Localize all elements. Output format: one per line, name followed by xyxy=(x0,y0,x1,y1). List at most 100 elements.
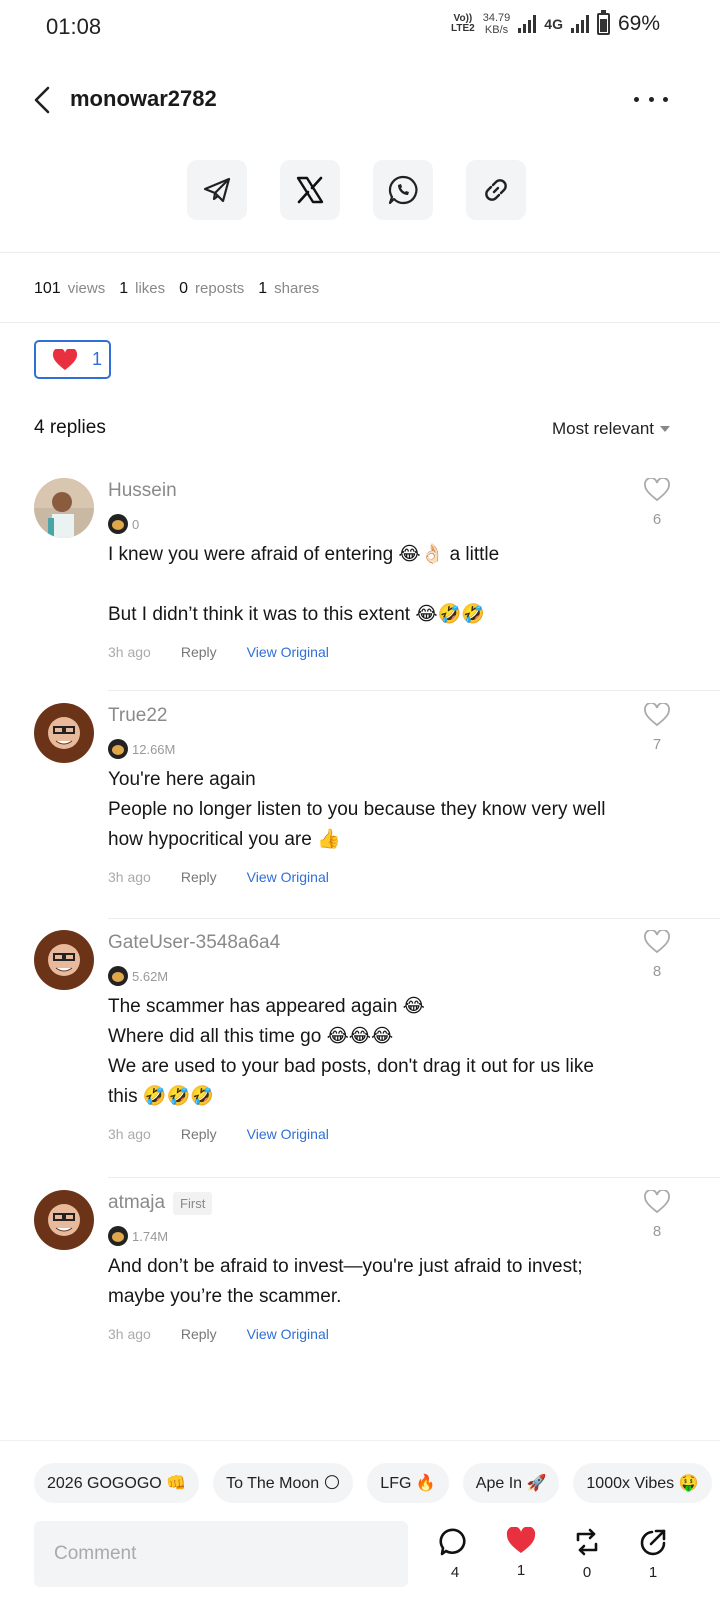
comment-input[interactable] xyxy=(34,1521,408,1587)
comment-like-button[interactable]: 8 xyxy=(642,929,672,980)
comment-divider xyxy=(108,1177,720,1178)
avatar[interactable] xyxy=(34,1190,94,1250)
comment-text: And don’t be afraid to invest—you're jus… xyxy=(108,1256,583,1307)
reaction-count: 1 xyxy=(92,349,103,369)
heart-outline-icon xyxy=(644,702,670,727)
share-x-button[interactable] xyxy=(280,160,340,220)
follower-avatar-icon xyxy=(108,514,128,534)
signal-icon xyxy=(518,15,537,33)
comment-like-button[interactable]: 8 xyxy=(642,1189,672,1240)
comment-body: atmaja First 1.74M And don’t be afraid t… xyxy=(108,1190,648,1342)
divider xyxy=(0,252,720,253)
heart-outline-icon xyxy=(644,477,670,502)
comments-button[interactable]: 4 xyxy=(438,1527,472,1581)
signal-icon-2 xyxy=(570,15,589,33)
reply-button[interactable]: Reply xyxy=(181,869,217,885)
view-original-link[interactable]: View Original xyxy=(247,1126,329,1142)
shares-count: 1 xyxy=(648,1564,658,1581)
header: monowar2782 xyxy=(0,70,720,130)
comment-body: True22 12.66M You're here again People n… xyxy=(108,703,648,885)
comment-like-count: 8 xyxy=(652,963,662,980)
first-badge: First xyxy=(173,1191,213,1215)
comment-body: Hussein 0 I knew you were afraid of ente… xyxy=(108,478,648,660)
quick-reply-row: 2026 GOGOGO 👊 To The Moon 🌕 LFG 🔥 Ape In… xyxy=(34,1463,712,1503)
reply-button[interactable]: Reply xyxy=(181,1326,217,1342)
comment-timestamp: 3h ago xyxy=(108,869,151,885)
comment-bubble-icon xyxy=(439,1528,466,1556)
likes-count: 1 xyxy=(119,280,129,297)
avatar[interactable] xyxy=(34,930,94,990)
post-stats: 101 views 1 likes 0 reposts 1 shares xyxy=(34,280,333,298)
avatar[interactable] xyxy=(34,478,94,538)
sort-label: Most relevant xyxy=(551,419,654,438)
follower-avatar-icon xyxy=(108,1226,128,1246)
heart-outline-icon xyxy=(644,929,670,954)
battery-icon xyxy=(596,10,610,35)
heart-reaction-button[interactable]: 1 xyxy=(34,340,111,379)
comment-username[interactable]: atmaja xyxy=(108,1192,165,1214)
share-telegram-button[interactable] xyxy=(187,160,247,220)
view-original-link[interactable]: View Original xyxy=(247,1326,329,1342)
more-options-button[interactable] xyxy=(634,86,668,112)
bottom-actions: 4 1 0 1 xyxy=(438,1526,670,1581)
share-icon xyxy=(640,1529,666,1556)
reposts-label: reposts xyxy=(195,280,245,297)
quick-reply-chip[interactable]: 2026 GOGOGO 👊 xyxy=(34,1463,200,1503)
sort-dropdown[interactable]: Most relevant xyxy=(552,419,670,439)
reposts-count: 0 xyxy=(179,280,189,297)
comment-divider xyxy=(108,690,720,691)
telegram-icon xyxy=(203,177,231,203)
share-whatsapp-button[interactable] xyxy=(373,160,433,220)
avatar[interactable] xyxy=(34,703,94,763)
view-original-link[interactable]: View Original xyxy=(247,644,329,660)
comment-like-button[interactable]: 6 xyxy=(642,477,672,528)
like-button[interactable]: 1 xyxy=(504,1526,538,1581)
quick-reply-chip[interactable]: LFG 🔥 xyxy=(367,1463,449,1503)
share-button[interactable]: 1 xyxy=(636,1527,670,1581)
follower-avatar-icon xyxy=(108,966,128,986)
back-button[interactable] xyxy=(30,84,60,116)
comment-username[interactable]: Hussein xyxy=(108,480,177,502)
comment-timestamp: 3h ago xyxy=(108,644,151,660)
x-icon xyxy=(296,176,324,204)
divider xyxy=(0,322,720,323)
shares-count: 1 xyxy=(258,280,268,297)
comment-username[interactable]: GateUser-3548a6a4 xyxy=(108,932,280,954)
quick-reply-chip[interactable]: To The Moon 🌕 xyxy=(213,1463,354,1503)
chevron-left-icon xyxy=(34,86,50,114)
quick-reply-chip[interactable]: Ape In 🚀 xyxy=(462,1463,560,1503)
volte-indicator: Vo)) LTE2 xyxy=(451,13,475,34)
comment-username[interactable]: True22 xyxy=(108,705,168,727)
repost-icon xyxy=(576,1528,598,1556)
likes-label: likes xyxy=(135,280,166,297)
reply-button[interactable]: Reply xyxy=(181,644,217,660)
follower-avatar-icon xyxy=(108,739,128,759)
comment-like-count: 8 xyxy=(652,1223,662,1240)
comment-timestamp: 3h ago xyxy=(108,1326,151,1342)
views-count: 101 xyxy=(34,280,61,297)
copy-link-button[interactable] xyxy=(466,160,526,220)
reply-button[interactable]: Reply xyxy=(181,1126,217,1142)
follower-count: 5.62M xyxy=(132,968,169,984)
repost-button[interactable]: 0 xyxy=(570,1527,604,1581)
comment-like-count: 6 xyxy=(652,511,662,528)
view-original-link[interactable]: View Original xyxy=(247,869,329,885)
page-title: monowar2782 xyxy=(70,86,217,111)
more-horizontal-icon xyxy=(634,96,639,102)
quick-reply-chip[interactable]: 1000x Vibes 🤑 xyxy=(573,1463,712,1503)
link-icon xyxy=(485,179,507,201)
network-type: 4G xyxy=(544,16,563,32)
share-row xyxy=(187,160,526,220)
status-bar: 01:08 Vo)) LTE2 34.79 KB/s 4G 69% xyxy=(0,0,720,56)
comment-like-button[interactable]: 7 xyxy=(642,702,672,753)
comments-count: 4 xyxy=(450,1564,460,1581)
follower-count: 0 xyxy=(132,516,140,532)
comment-text: The scammer has appeared again 😂 Where d… xyxy=(108,996,594,1107)
comment-body: GateUser-3548a6a4 5.62M The scammer has … xyxy=(108,930,648,1142)
caret-down-icon xyxy=(660,426,670,432)
comment-timestamp: 3h ago xyxy=(108,1126,151,1142)
comment-divider xyxy=(108,918,720,919)
bottom-bar: 2026 GOGOGO 👊 To The Moon 🌕 LFG 🔥 Ape In… xyxy=(0,1440,720,1600)
heart-icon xyxy=(52,348,78,370)
replies-count: 4 replies xyxy=(34,417,106,438)
